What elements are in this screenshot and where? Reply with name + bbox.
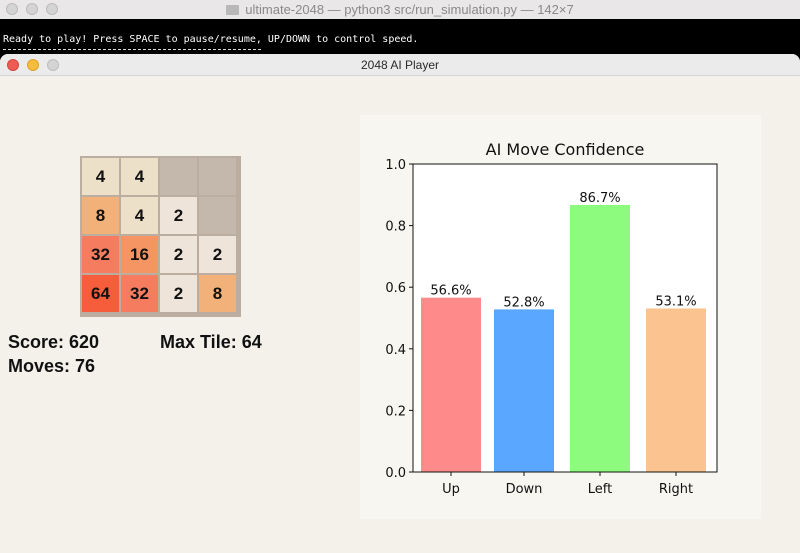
- moves-label: Moves: 76: [8, 356, 96, 376]
- bar-up: [421, 297, 481, 472]
- terminal-line: Ready to play! Press SPACE to pause/resu…: [3, 34, 419, 45]
- y-tick-label: 0.8: [385, 220, 406, 235]
- x-tick-label: Down: [506, 482, 543, 497]
- tile-32: 32: [121, 275, 158, 312]
- bar-right: [646, 308, 706, 472]
- x-tick-label: Up: [442, 482, 460, 497]
- y-tick-label: 1.0: [385, 158, 406, 173]
- bar-down: [494, 309, 554, 472]
- app-titlebar: 2048 AI Player: [0, 54, 800, 76]
- x-tick-label: Left: [588, 482, 612, 497]
- confidence-chart-svg: AI Move Confidence 0.0 0.2 0.4 0.6 0.8 1.0 56.6…: [385, 140, 718, 497]
- folder-icon: [226, 5, 240, 15]
- bar-left: [570, 204, 630, 472]
- score-label: Score: 620: [8, 332, 100, 352]
- app-window: 2048 AI Player 4 4 8 4 2 32 16 2 2 64 32 2 8 Score: …: [0, 54, 800, 553]
- confidence-chart: AI Move Confidence 0.0 0.2 0.4 0.6 0.8 1.0 56.6…: [360, 115, 761, 519]
- y-tick-label: 0.0: [385, 466, 406, 481]
- chart-title: AI Move Confidence: [486, 140, 645, 159]
- data-label: 86.7%: [579, 191, 620, 206]
- empty-tile: [199, 197, 236, 234]
- tile-2: 2: [160, 197, 197, 234]
- tile-2: 2: [199, 236, 236, 273]
- tile-4: 4: [121, 197, 158, 234]
- terminal-title: ultimate-2048 — python3 src/run_simulati…: [0, 2, 800, 17]
- tile-8: 8: [199, 275, 236, 312]
- tile-4: 4: [121, 158, 158, 195]
- tile-4: 4: [82, 158, 119, 195]
- terminal-title-text: ultimate-2048 — python3 src/run_simulati…: [245, 2, 574, 17]
- tile-32: 32: [82, 236, 119, 273]
- tile-16: 16: [121, 236, 158, 273]
- data-label: 56.6%: [430, 284, 471, 299]
- max-tile-label: Max Tile: 64: [160, 332, 262, 352]
- x-tick-label: Right: [659, 482, 693, 497]
- data-label: 52.8%: [503, 295, 544, 310]
- empty-tile: [199, 158, 236, 195]
- game-board: 4 4 8 4 2 32 16 2 2 64 32 2 8: [80, 156, 241, 317]
- data-label: 53.1%: [655, 294, 696, 309]
- y-tick-label: 0.2: [385, 404, 406, 419]
- y-tick-label: 0.4: [385, 343, 406, 358]
- y-tick-label: 0.6: [385, 281, 406, 296]
- terminal-output[interactable]: Ready to play! Press SPACE to pause/resu…: [0, 19, 800, 59]
- tile-2: 2: [160, 236, 197, 273]
- app-content: 4 4 8 4 2 32 16 2 2 64 32 2 8 Score: 620 Max Tile: 6…: [0, 76, 800, 553]
- app-title: 2048 AI Player: [360, 58, 440, 72]
- terminal-separator: [3, 49, 261, 50]
- tile-8: 8: [82, 197, 119, 234]
- empty-tile: [160, 158, 197, 195]
- tile-64: 64: [82, 275, 119, 312]
- terminal-titlebar: ultimate-2048 — python3 src/run_simulati…: [0, 0, 800, 20]
- tile-2: 2: [160, 275, 197, 312]
